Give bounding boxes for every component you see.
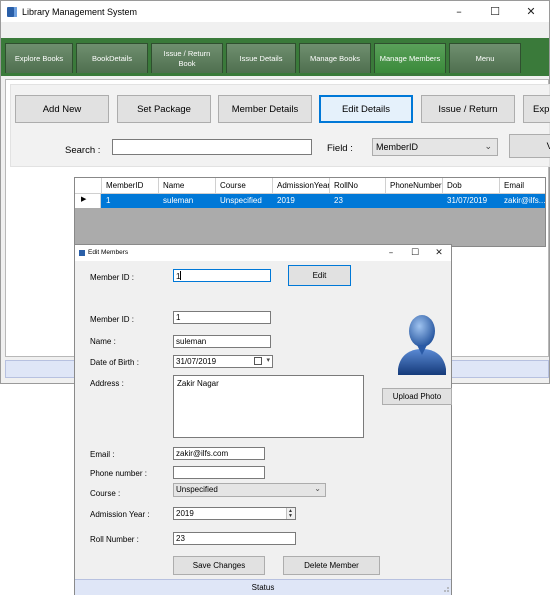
row-header[interactable]: ▶ [75,194,101,208]
cell-course[interactable]: Unspecified [216,194,273,208]
email-input[interactable]: zakir@ilfs.com [173,447,265,460]
column-header[interactable]: Dob [443,178,500,194]
set-package-button[interactable]: Set Package [117,95,211,123]
dialog-status-bar: Status [75,579,451,595]
export-button[interactable]: Exp [523,95,550,123]
action-toolbar: Add New Set Package Member Details Edit … [10,84,550,133]
form-icon [79,250,85,256]
cell-phone-number[interactable] [386,194,443,208]
edit-details-button[interactable]: Edit Details [319,95,413,123]
maximize-icon[interactable]: ☐ [477,1,513,22]
chevron-down-icon: ⌄ [314,484,321,493]
admission-year-value: 2019 [176,509,194,518]
tab-book-details[interactable]: BookDetails [76,43,148,73]
search-input[interactable] [112,139,312,155]
issue-return-button[interactable]: Issue / Return [421,95,515,123]
tab-issue-details[interactable]: Issue Details [226,43,296,73]
delete-member-button[interactable]: Delete Member [283,556,380,575]
chevron-down-icon: ⌄ [484,141,492,151]
search-bar: Search : Field : MemberID ⌄ V [10,129,550,167]
dialog-title-bar: Edit Members – ☐ ✕ [75,245,451,261]
column-header[interactable]: AdmissionYear [273,178,330,194]
address-textarea[interactable]: Zakir Nagar [173,375,364,438]
dob-value: 31/07/2019 [176,357,217,366]
window-controls: – ☐ ✕ [441,1,549,22]
admission-year-label: Admission Year : [90,510,150,519]
column-header[interactable]: Name [159,178,216,194]
tab-underline [1,73,549,76]
members-grid[interactable]: MemberID Name Course AdmissionYear RollN… [74,177,546,247]
window-title: Library Management System [22,6,138,17]
course-select[interactable]: Unspecified ⌄ [173,483,326,497]
view-button[interactable]: V [509,134,550,158]
member-id-input[interactable]: 1 [173,311,271,324]
add-new-button[interactable]: Add New [15,95,109,123]
grid-header: MemberID Name Course AdmissionYear RollN… [75,178,545,194]
field-select-value: MemberID [376,142,419,152]
phone-label: Phone number : [90,469,147,478]
grid-corner [75,178,102,194]
member-details-button[interactable]: Member Details [218,95,312,123]
roll-number-label: Roll Number : [90,535,139,544]
maximize-icon[interactable]: ☐ [403,245,427,261]
table-row[interactable]: 1 suleman Unspecified 2019 23 31/07/2019… [75,194,545,208]
email-label: Email : [90,450,115,459]
search-label: Search : [65,145,101,156]
dialog-title: Edit Members [88,249,129,256]
close-icon[interactable]: ✕ [427,245,451,261]
resize-grip-icon[interactable] [442,585,450,593]
chevron-down-icon[interactable]: ▾ [266,356,270,364]
field-select[interactable]: MemberID ⌄ [372,138,498,156]
dialog-window-controls: – ☐ ✕ [379,245,451,261]
column-header[interactable]: Email [500,178,545,194]
phone-input[interactable] [173,466,265,479]
column-header[interactable]: MemberID [102,178,159,194]
column-header[interactable]: PhoneNumber [386,178,443,194]
column-header[interactable]: Course [216,178,273,194]
upload-photo-button[interactable]: Upload Photo [382,388,452,405]
cell-member-id[interactable]: 1 [102,194,159,208]
tab-explore-books[interactable]: Explore Books [5,43,73,73]
title-bar: Library Management System – ☐ ✕ [1,1,549,22]
member-avatar-icon [398,315,446,375]
field-label: Field : [327,143,353,154]
tab-menu[interactable]: Menu [449,43,521,73]
lookup-member-id-input[interactable]: 1 [173,269,271,282]
name-label: Name : [90,337,116,346]
cell-email[interactable]: zakir@ilfs... [500,194,545,208]
lookup-member-id-label: Member ID : [90,273,135,282]
tab-manage-books[interactable]: Manage Books [299,43,371,73]
minimize-icon[interactable]: – [379,245,403,261]
dob-date-picker[interactable]: 31/07/2019 ▾ [173,355,273,368]
cell-roll-no[interactable]: 23 [330,194,386,208]
close-icon[interactable]: ✕ [513,1,549,22]
cell-dob[interactable]: 31/07/2019 [443,194,500,208]
cell-name[interactable]: suleman [159,194,216,208]
tab-issue-return-book[interactable]: Issue / Return Book [151,43,223,73]
edit-button[interactable]: Edit [288,265,351,286]
admission-year-stepper[interactable]: 2019 ▲ ▼ [173,507,296,520]
spin-buttons[interactable]: ▲ ▼ [286,508,295,519]
name-input[interactable]: suleman [173,335,271,348]
course-value: Unspecified [176,485,218,494]
text-caret [180,271,182,280]
minimize-icon[interactable]: – [441,1,477,22]
row-selector-icon: ▶ [81,196,87,203]
column-header[interactable]: RollNo [330,178,386,194]
book-icon [7,6,17,17]
dob-label: Date of Birth : [90,358,139,367]
edit-members-dialog: Edit Members – ☐ ✕ Member ID : 1 Edit Me… [74,244,452,595]
member-id-label: Member ID : [90,315,135,324]
course-label: Course : [90,489,121,498]
save-changes-button[interactable]: Save Changes [173,556,265,575]
roll-number-input[interactable]: 23 [173,532,296,545]
spin-down-icon[interactable]: ▼ [288,514,293,519]
address-label: Address : [90,379,124,388]
calendar-icon[interactable] [254,357,262,365]
tab-strip: Explore Books BookDetails Issue / Return… [1,38,549,74]
tab-manage-members[interactable]: Manage Members [374,43,446,73]
cell-admission-year[interactable]: 2019 [273,194,330,208]
